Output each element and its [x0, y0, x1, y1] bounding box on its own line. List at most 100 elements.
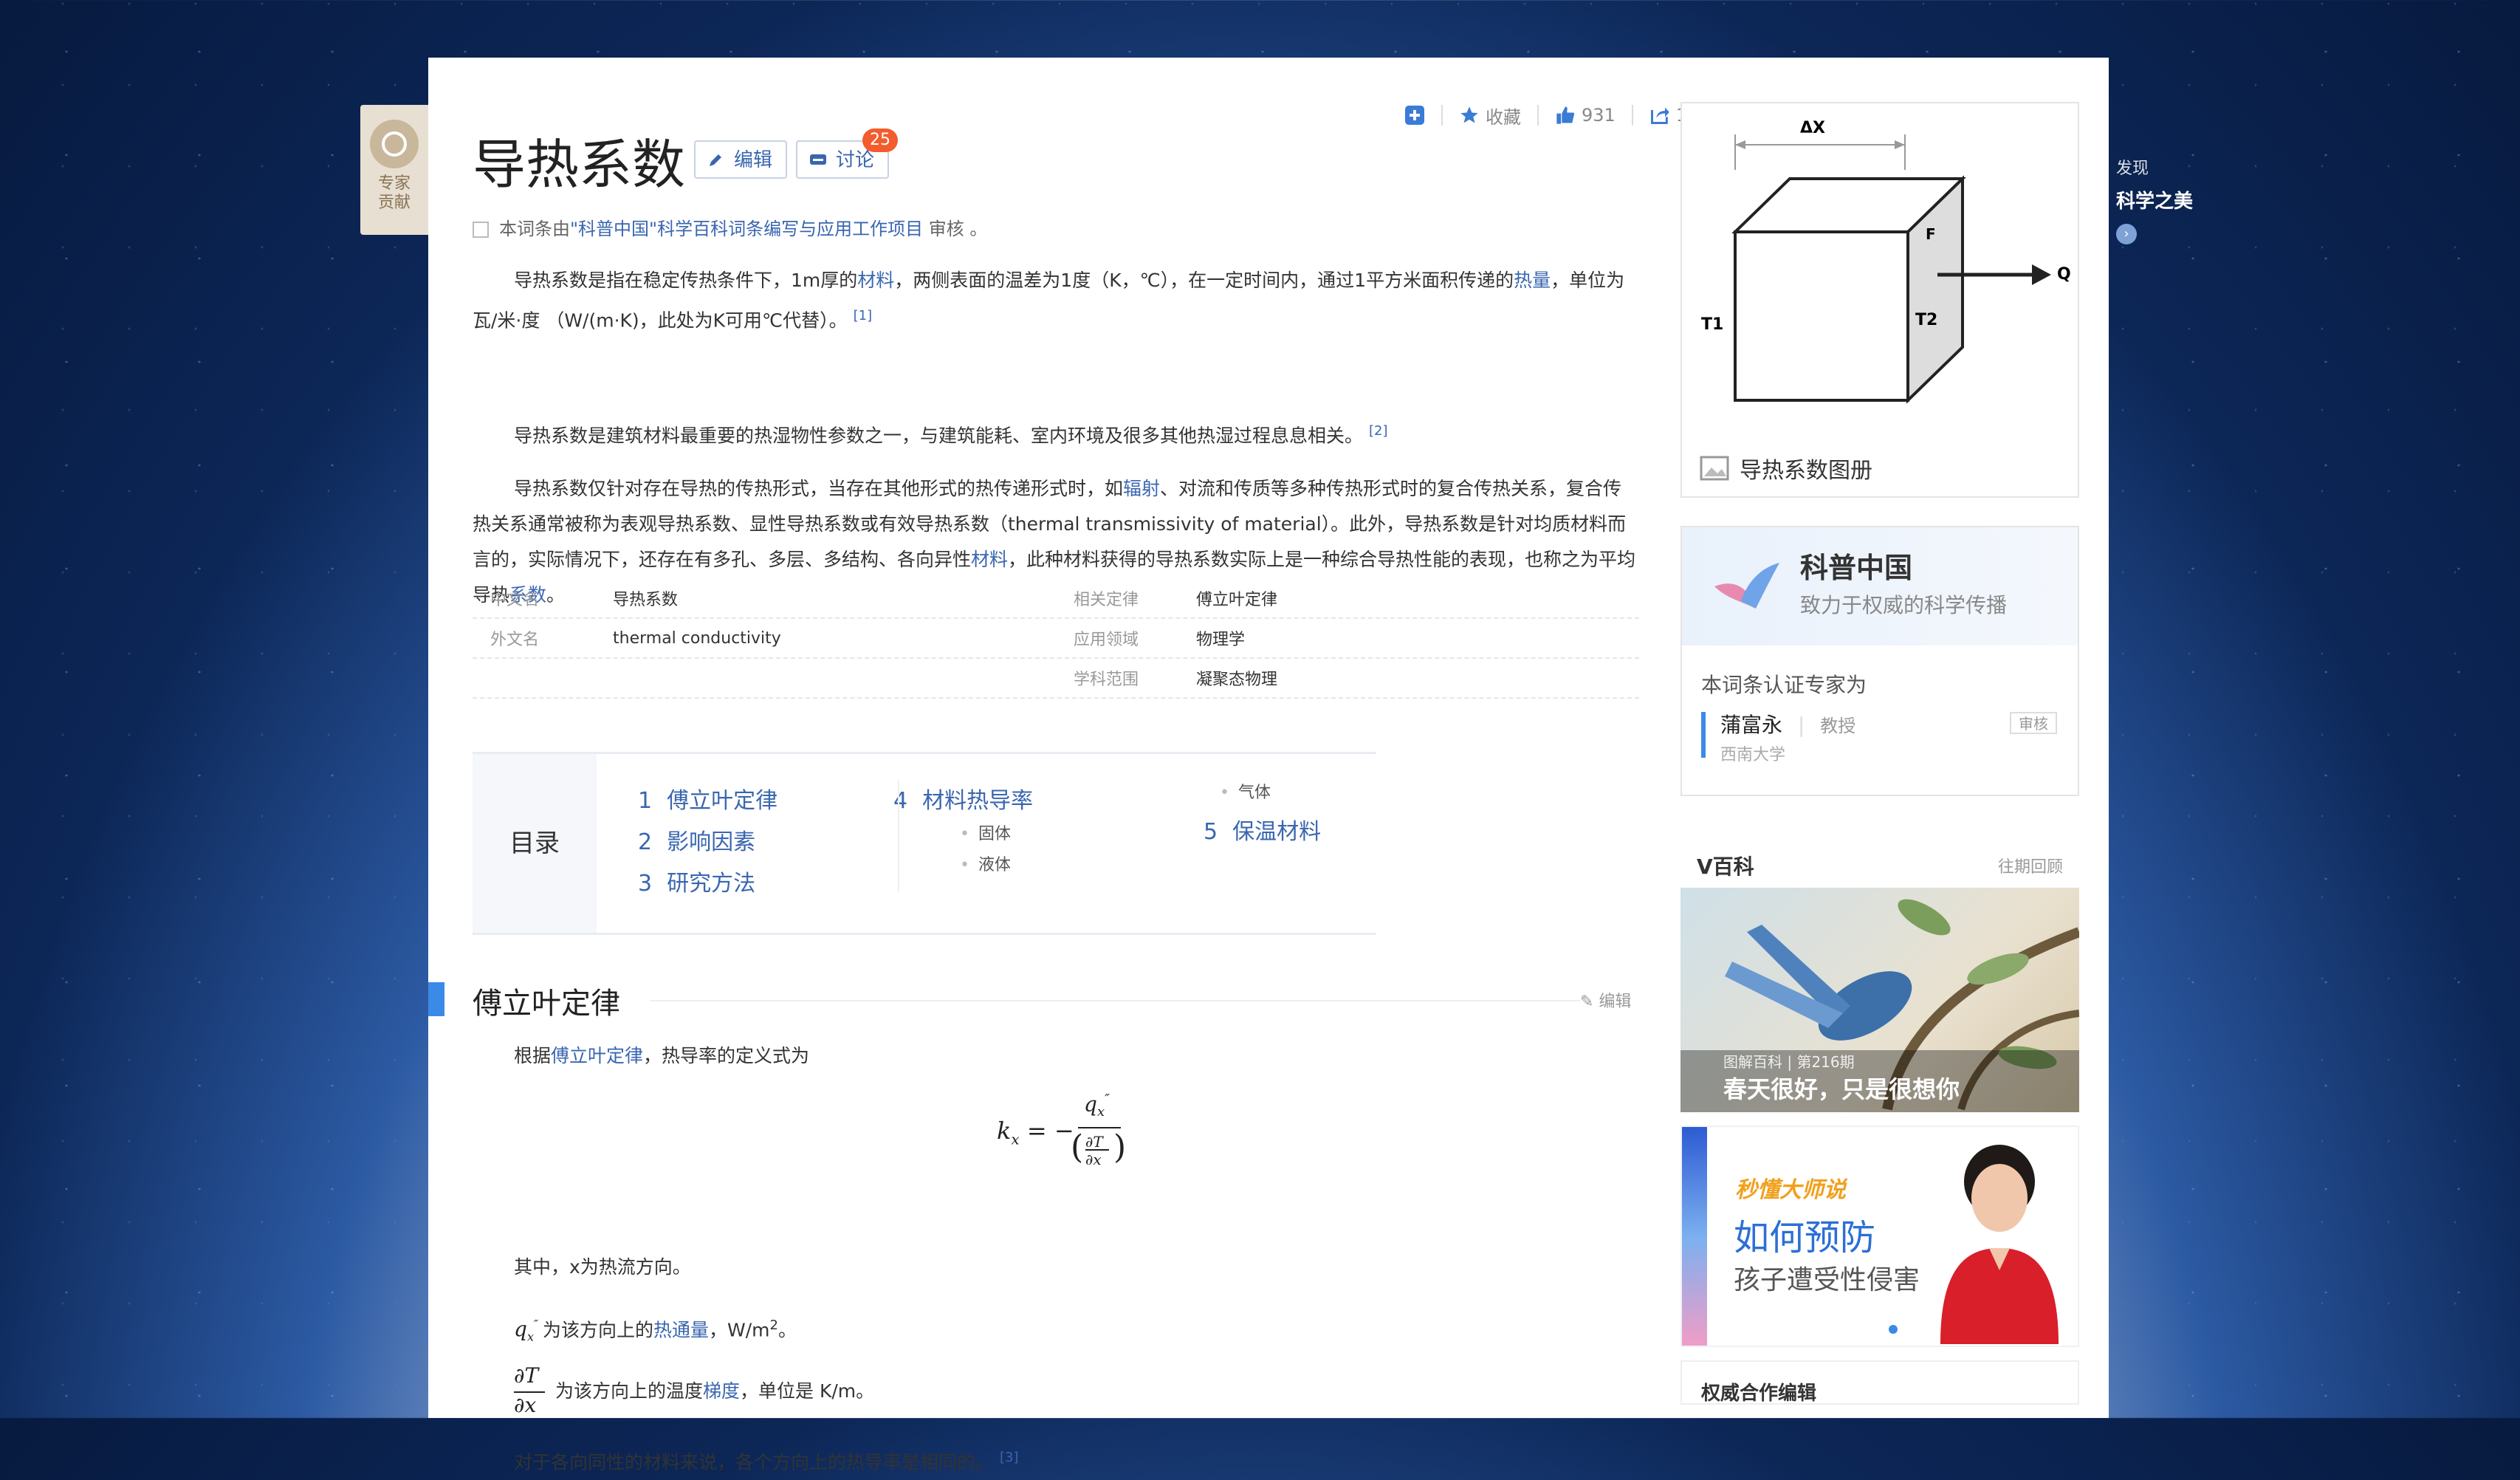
toc-item-label: 研究方法	[667, 871, 756, 897]
reference-2[interactable]: [2]	[1369, 423, 1388, 439]
discuss-button-label: 讨论	[836, 149, 875, 171]
like-button[interactable]: 931	[1555, 105, 1616, 126]
discover-title[interactable]: 科学之美	[2116, 186, 2193, 213]
link-material-2[interactable]: 材料	[971, 549, 1008, 570]
toc-num: 2	[638, 829, 653, 855]
article-page: 导热系数 编辑 讨论 25 收藏 931 180 本词条由"科普中国"科学百科词…	[428, 58, 2109, 1473]
plus-box-icon	[1405, 106, 1424, 125]
review-notice: 本词条由"科普中国"科学百科词条编写与应用工作项目 审核 。	[473, 214, 987, 240]
reference-3[interactable]: [3]	[1000, 1450, 1019, 1465]
link-radiation[interactable]: 辐射	[1123, 478, 1160, 499]
heat-conduction-cube-diagram: ΔX T1 T2 F Q	[1701, 119, 2071, 404]
toc-num: 3	[638, 871, 653, 897]
info-row: 外文名 thermal conductivity 应用领域 物理学	[473, 619, 1639, 659]
link-heat-flux[interactable]: 热通量	[653, 1319, 709, 1340]
p1-text: ，两侧表面的温差为1度（K，℃），在一定时间内，通过1平方米面积传递的	[894, 270, 1514, 291]
review-link[interactable]: "科普中国"科学百科词条编写与应用工作项目	[570, 219, 923, 239]
discover-arrow-icon[interactable]: ›	[2116, 224, 2137, 244]
basic-info-table: 中文名 导热系数 相关定律 傅立叶定律 外文名 thermal conductivit…	[473, 579, 1639, 699]
toc-item-2[interactable]: 2 影响因素	[638, 823, 755, 856]
t2-label: T2	[1915, 311, 1937, 329]
add-button[interactable]	[1404, 105, 1425, 126]
v-baike-card-1[interactable]: 图解百科 | 第216期 春天很好，只是很想你	[1680, 888, 2079, 1112]
pencil-icon: ✎	[1580, 993, 1594, 1011]
reference-1[interactable]: [1]	[854, 308, 873, 323]
toc-subitem-gas[interactable]: 气体	[1220, 779, 1271, 803]
expert-tab-label-2: 贡献	[377, 193, 411, 212]
toc-subitem-liquid[interactable]: 液体	[960, 852, 1011, 875]
discover-panel[interactable]: 发现 科学之美 ›	[2116, 155, 2193, 244]
section-title: 傅立叶定律	[473, 987, 620, 1021]
toc-item-label: 影响因素	[667, 829, 756, 855]
info-value: thermal conductivity	[613, 628, 781, 648]
toc-item-label: 材料热导率	[922, 788, 1034, 814]
page-title: 导热系数	[473, 134, 686, 196]
album-diagram[interactable]: ΔX T1 T2 F Q 导热系数图册	[1680, 102, 2079, 498]
info-key: 学科范围	[1074, 671, 1139, 689]
link-heat[interactable]: 热量	[1514, 270, 1551, 291]
toc-label: 目录	[473, 754, 597, 933]
partner-edit-card: 权威合作编辑	[1680, 1360, 2079, 1405]
speaker-portrait-image	[1940, 1145, 2059, 1344]
thumbs-up-icon	[1556, 106, 1575, 124]
toc-divider	[898, 781, 899, 891]
v-baike-card-2[interactable]: 秒懂大师说 如何预防 孩子遭受性侵害	[1680, 1126, 2079, 1347]
v-baike-header: V百科 往期回顾	[1680, 843, 2079, 888]
kepu-header[interactable]: 科普中国 致力于权威的科学传播	[1682, 527, 2078, 645]
image-album-icon	[1700, 456, 1729, 481]
f-label: F	[1926, 225, 1936, 243]
carousel-dot[interactable]	[1889, 1325, 1898, 1334]
paragraph-1: 导热系数是指在稳定传热条件下，1m厚的材料，两侧表面的温差为1度（K，℃），在一…	[473, 263, 1639, 338]
intro-text: 根据	[514, 1045, 552, 1066]
link-material[interactable]: 材料	[857, 270, 894, 291]
p3-text: 导热系数仅针对存在导热的传热形式，当存在其他形式的热传递形式时，如	[514, 478, 1124, 499]
kepu-logo-icon	[1714, 563, 1779, 609]
link-fourier-law[interactable]: 傅立叶定律	[551, 1045, 643, 1066]
info-key: 外文名	[490, 631, 540, 649]
v-baike-title: V百科	[1697, 854, 1754, 879]
card-2-line-2: 孩子遭受性侵害	[1734, 1265, 1920, 1295]
toc-item-label: 保温材料	[1232, 819, 1322, 845]
toc-item-label: 傅立叶定律	[667, 788, 778, 814]
album-caption[interactable]: 导热系数图册	[1700, 452, 1872, 484]
toc-item-1[interactable]: 1 傅立叶定律	[638, 782, 777, 815]
card-1-title: 春天很好，只是很想你	[1723, 1075, 1960, 1103]
expert-title: 教授	[1820, 716, 1856, 736]
toc-item-4[interactable]: 4 材料热导率	[893, 782, 1033, 815]
link-gradient[interactable]: 梯度	[703, 1380, 740, 1402]
info-value: 凝聚态物理	[1196, 671, 1278, 689]
document-icon	[473, 222, 489, 238]
paragraph-2: 导热系数是建筑材料最重要的热湿物性参数之一，与建筑能耗、室内环境及很多其他热湿过…	[473, 414, 1639, 453]
toc-subitem-solid[interactable]: 固体	[960, 820, 1011, 844]
info-value: 导热系数	[613, 591, 679, 609]
expert-name-text: 蒲富永	[1720, 713, 1783, 737]
desc-text: 。	[777, 1319, 797, 1341]
info-key: 应用领域	[1074, 631, 1139, 649]
section-edit-button[interactable]: ✎ 编辑	[1580, 988, 1631, 1012]
intro-text: ，热导率的定义式为	[643, 1045, 810, 1066]
q-label: Q	[2057, 265, 2071, 284]
expert-contribution-tab[interactable]: 专家 贡献	[360, 105, 428, 235]
card-2-line-1: 如何预防	[1734, 1217, 1876, 1258]
collect-button[interactable]: 收藏	[1459, 103, 1521, 129]
info-key: 相关定律	[1074, 591, 1139, 609]
toc-num: 5	[1204, 819, 1218, 845]
card-2-brand: 秒懂大师说	[1735, 1177, 1846, 1203]
info-row: 学科范围 凝聚态物理	[473, 659, 1639, 699]
pencil-icon	[710, 154, 721, 166]
toc-item-5[interactable]: 5 保温材料	[1204, 813, 1321, 846]
fourier-formula: kx = − qx″ ( ∂T ∂x )	[997, 1092, 1127, 1168]
toc-num: 4	[893, 788, 908, 814]
where-text: 其中，x为热流方向。	[514, 1256, 691, 1278]
toolbar-divider	[1631, 105, 1633, 126]
edit-button[interactable]: 编辑	[694, 140, 788, 179]
desc-text: 为该方向上的温度	[555, 1380, 704, 1402]
v-baike-more-link[interactable]: 往期回顾	[1998, 854, 2063, 877]
section-edit-label: 编辑	[1599, 993, 1632, 1011]
q-symbol: qx″	[514, 1317, 538, 1344]
section-intro: 根据傅立叶定律，热导率的定义式为	[473, 1038, 1639, 1074]
toolbar-divider	[1441, 105, 1443, 126]
toc-item-3[interactable]: 3 研究方法	[638, 865, 755, 897]
info-key: 中文名	[490, 591, 540, 609]
expert-name[interactable]: 蒲富永 | 教授	[1720, 709, 1855, 739]
